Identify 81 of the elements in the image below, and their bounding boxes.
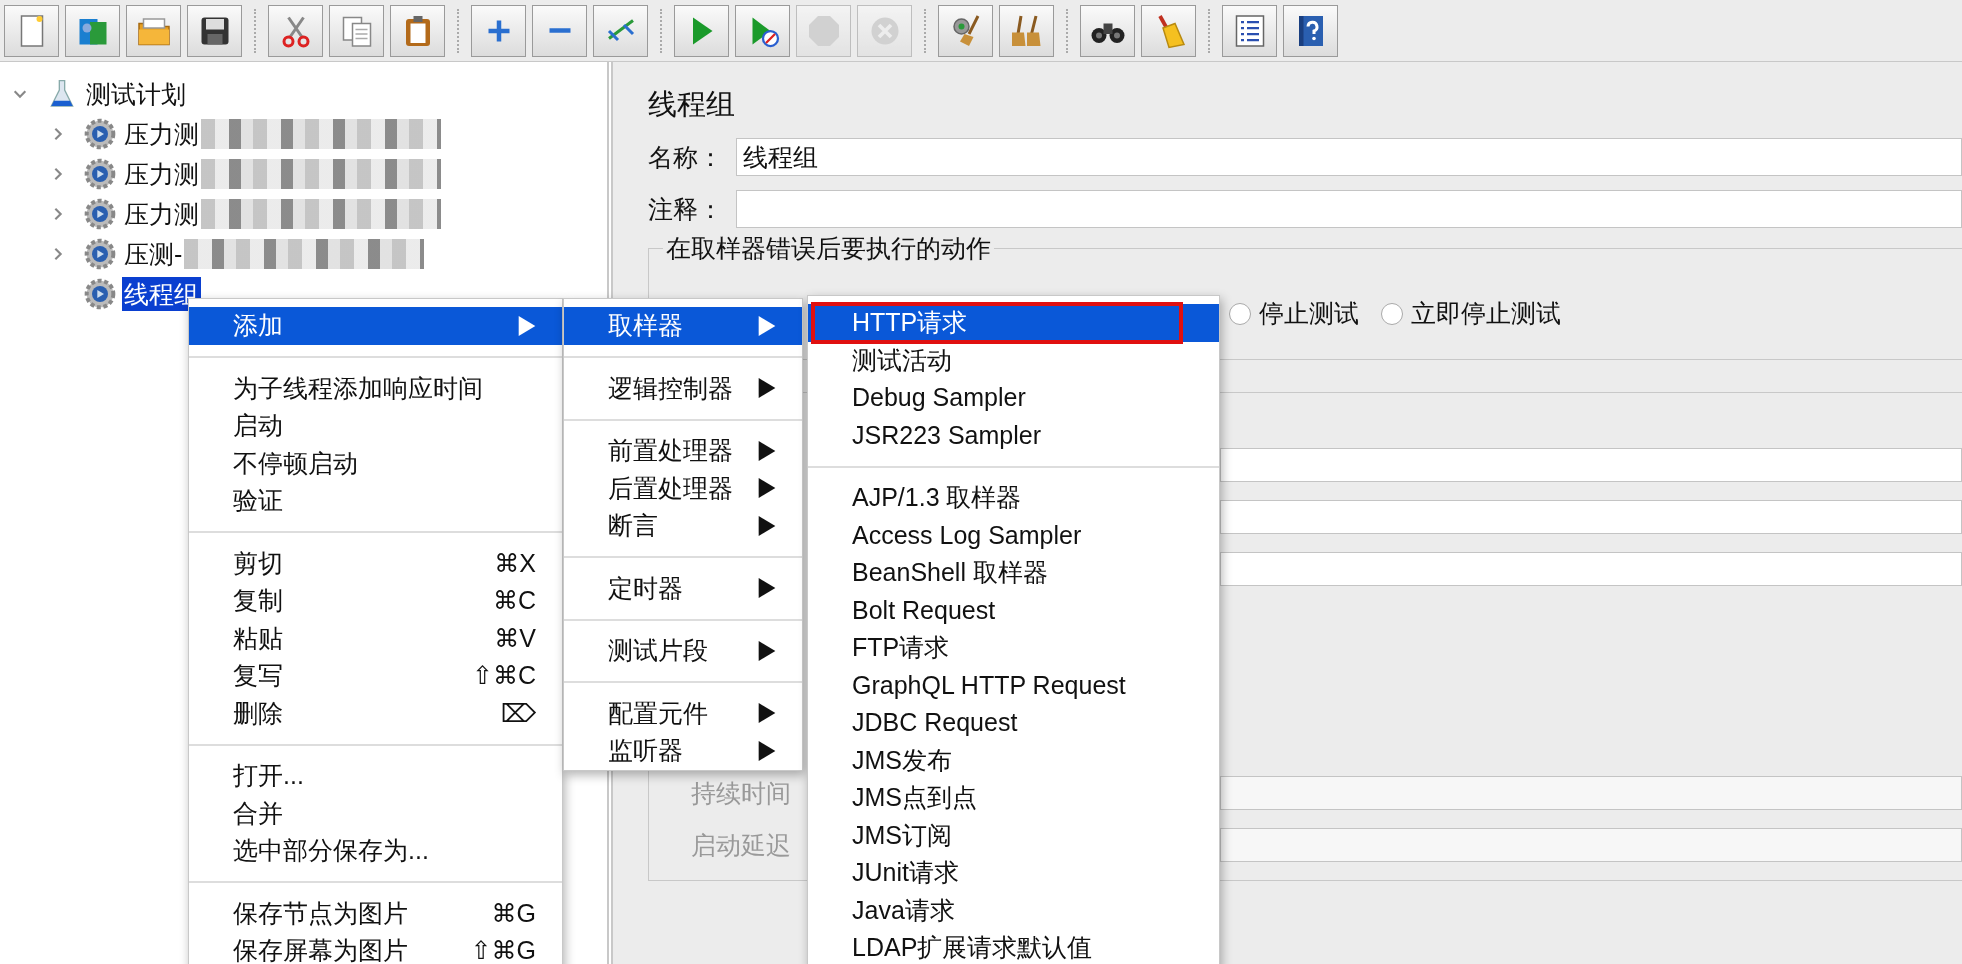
input-field[interactable] — [1220, 828, 1962, 862]
tree-item[interactable]: 压力测 — [122, 117, 201, 151]
menu-item[interactable]: GraphQL HTTP Request — [808, 666, 1219, 704]
menu-item[interactable]: 逻辑控制器 — [564, 369, 802, 407]
menu-item[interactable]: BeanShell 取样器 — [808, 554, 1219, 592]
menu-item[interactable]: 删除 ⌦ — [189, 694, 562, 732]
field-label: 注释： — [648, 193, 724, 225]
menu-item[interactable]: 测试活动 — [808, 341, 1219, 379]
field-label: 启动延迟 — [690, 829, 792, 861]
menu-item[interactable]: Bolt Request — [808, 591, 1219, 629]
menu-item[interactable]: 剪切 ⌘X — [189, 544, 562, 582]
input-field[interactable] — [1220, 552, 1962, 586]
tree-item[interactable]: 测试计划 — [84, 77, 188, 111]
menu-item[interactable]: JUnit请求 — [808, 854, 1219, 892]
submenu-arrow-icon — [758, 640, 776, 661]
radio-button[interactable] — [1229, 302, 1251, 325]
submenu-arrow-icon — [758, 315, 776, 336]
menu-item[interactable]: 添加 — [189, 307, 562, 345]
gear-icon — [84, 238, 116, 270]
tree-item[interactable]: 压力测 — [122, 157, 201, 191]
menu-item[interactable]: JDBC Request — [808, 704, 1219, 742]
menu-item[interactable]: 保存节点为图片 ⌘G — [189, 894, 562, 932]
menu-item[interactable]: JMS点到点 — [808, 779, 1219, 817]
input-field[interactable] — [1220, 500, 1962, 534]
menu-item[interactable]: 断言 — [564, 507, 802, 545]
toolbar-button[interactable] — [1080, 4, 1135, 57]
submenu-arrow-icon — [758, 703, 776, 724]
input-field[interactable] — [1220, 776, 1962, 810]
menu-item[interactable]: 验证 — [189, 482, 562, 520]
tree-item[interactable]: 压测- — [122, 237, 185, 271]
toolbar-button[interactable] — [1222, 4, 1277, 57]
menu-item[interactable]: 测试片段 — [564, 632, 802, 670]
menu-item[interactable]: AJP/1.3 取样器 — [808, 479, 1219, 517]
toolbar-button[interactable] — [1283, 4, 1338, 57]
menu-item[interactable]: 复制 ⌘C — [189, 582, 562, 620]
menu-item[interactable]: 粘贴 ⌘V — [189, 619, 562, 657]
menu-item[interactable]: 前置处理器 — [564, 432, 802, 470]
submenu-arrow-icon — [518, 315, 536, 336]
submenu-arrow-icon — [758, 515, 776, 536]
comment-field[interactable] — [736, 190, 1962, 228]
gear-icon — [84, 198, 116, 230]
input-field[interactable] — [1220, 448, 1962, 482]
name-field[interactable]: 线程组 — [736, 138, 1962, 176]
menu-item[interactable]: 不停顿启动 — [189, 444, 562, 482]
gear-icon — [84, 158, 116, 190]
submenu-arrow-icon — [758, 478, 776, 499]
menu-item[interactable]: 监听器 — [564, 732, 802, 770]
menu-item[interactable]: 定时器 — [564, 569, 802, 607]
panel-title: 线程组 — [648, 87, 736, 122]
submenu-arrow-icon — [758, 378, 776, 399]
menu-item[interactable]: 启动 — [189, 407, 562, 445]
field-label: 名称： — [648, 141, 724, 173]
gear-icon — [84, 118, 116, 150]
menu-item[interactable]: JSR223 Sampler — [808, 416, 1219, 454]
menu-item[interactable]: 复写 ⇧⌘C — [189, 657, 562, 695]
radio-label: 立即停止测试 — [1411, 298, 1561, 329]
menu-item[interactable]: 保存屏幕为图片 ⇧⌘G — [189, 932, 562, 964]
menu-item[interactable]: FTP请求 — [808, 629, 1219, 667]
radio-button[interactable] — [1381, 302, 1403, 325]
field-label: 持续时间 — [690, 777, 792, 809]
menu-item[interactable]: JMS订阅 — [808, 816, 1219, 854]
menu-item[interactable]: JMS发布 — [808, 741, 1219, 779]
menu-item[interactable]: Debug Sampler — [808, 379, 1219, 417]
menu-item[interactable]: 选中部分保存为... — [189, 832, 562, 870]
menu-item[interactable]: 合并 — [189, 794, 562, 832]
toolbar-button[interactable] — [187, 4, 242, 57]
menu-item[interactable]: LDAP扩展请求默认值 — [808, 929, 1219, 964]
submenu-arrow-icon — [758, 440, 776, 461]
menu-item[interactable]: 配置元件 — [564, 694, 802, 732]
submenu-arrow-icon — [758, 740, 776, 761]
menu-item[interactable]: 后置处理器 — [564, 469, 802, 507]
menu-item[interactable]: Access Log Sampler — [808, 516, 1219, 554]
radio-label: 停止测试 — [1259, 298, 1359, 329]
minus-icon — [547, 26, 572, 35]
menu-item[interactable]: 打开... — [189, 757, 562, 795]
tree-item[interactable]: 压力测 — [122, 197, 201, 231]
gear-icon — [84, 278, 116, 310]
menu-item[interactable]: 为子线程添加响应时间 — [189, 369, 562, 407]
menu-item[interactable]: Java请求 — [808, 891, 1219, 929]
menu-item[interactable]: 取样器 — [564, 307, 802, 345]
submenu-arrow-icon — [758, 578, 776, 599]
